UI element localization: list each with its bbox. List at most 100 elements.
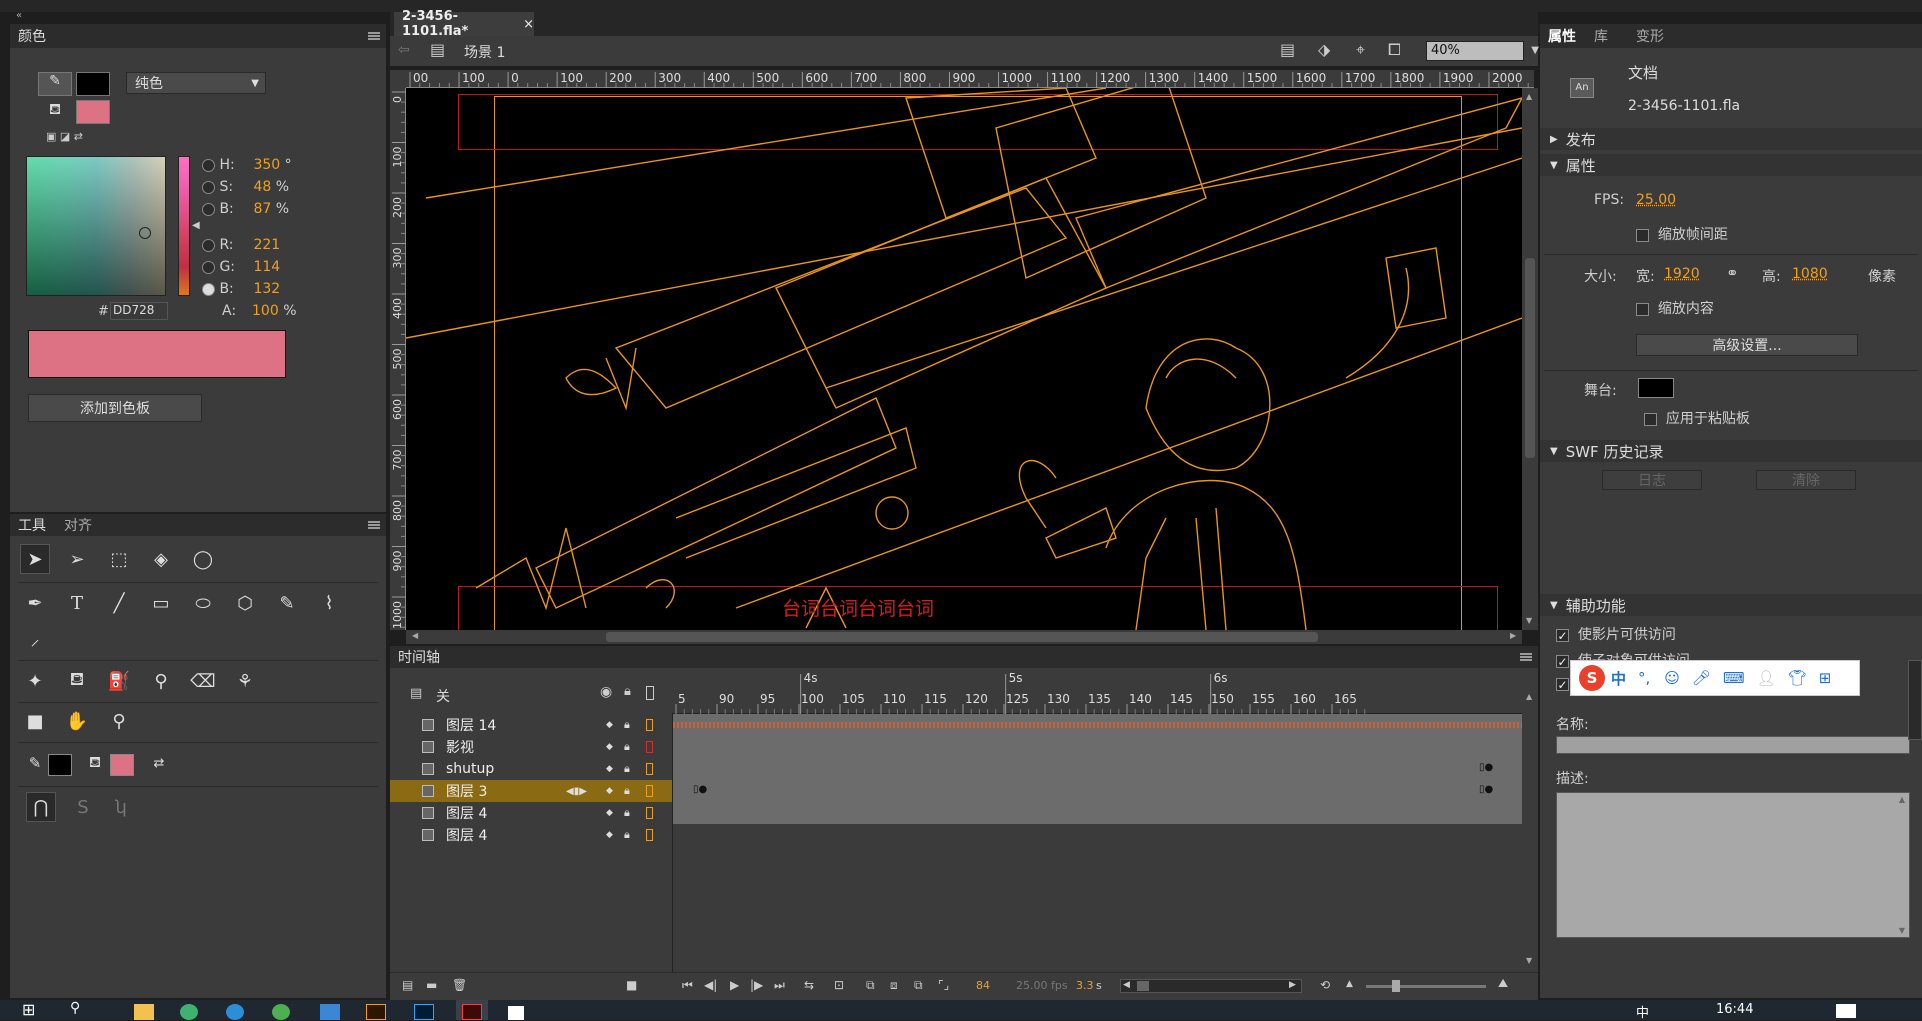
visibility-dot-icon[interactable]: ◆	[606, 808, 613, 818]
stage-vertical-scrollbar[interactable]: ▲ ▼	[1522, 88, 1538, 630]
tab-properties[interactable]: 属性	[1548, 26, 1576, 46]
log-button[interactable]: 日志	[1602, 470, 1702, 490]
oval-tool-icon[interactable]: ⬭	[188, 588, 218, 618]
lock-icon[interactable]: 🔒︎	[624, 828, 630, 842]
smooth-icon[interactable]: S	[68, 792, 98, 822]
play-icon[interactable]: ▶	[730, 978, 739, 992]
outline-color-icon[interactable]	[646, 785, 653, 797]
h-radio[interactable]	[202, 158, 215, 172]
ime-logo-icon[interactable]: S	[1579, 665, 1605, 691]
eyedropper-tool-icon[interactable]: ⚲	[146, 666, 176, 696]
microphone-icon[interactable]: 🎤︎	[1692, 669, 1711, 687]
visibility-dot-icon[interactable]: ◆	[606, 764, 613, 774]
edit-scene-icon[interactable]: ▤	[1280, 40, 1295, 59]
edge-icon[interactable]	[226, 1004, 244, 1020]
panel-menu-icon[interactable]	[368, 521, 380, 529]
h-value[interactable]: 350	[253, 157, 280, 173]
first-frame-icon[interactable]: ⏮	[682, 978, 693, 993]
window-icon[interactable]	[508, 1006, 524, 1020]
fill-bucket-icon[interactable]: ⛾	[38, 100, 72, 124]
lock-icon[interactable]: 🔒︎	[624, 806, 630, 820]
description-input[interactable]: ▲ ▼	[1556, 792, 1910, 938]
layer-name-cell[interactable]: 图层 4 ◆ 🔒︎	[390, 802, 672, 824]
b-value[interactable]: 87	[253, 201, 271, 217]
onion-outline-icon[interactable]: ⧈	[890, 978, 898, 993]
g-radio[interactable]	[202, 260, 215, 274]
layer-row[interactable]: 图层 4 ◆ 🔒︎	[390, 802, 1532, 824]
keyframe-nav-icon[interactable]: ◀▮▶	[566, 786, 587, 797]
lock-icon[interactable]: 🔒︎	[624, 784, 630, 798]
layer-name-cell[interactable]: 影视 ◆ 🔒︎	[390, 736, 672, 758]
layer-name-cell[interactable]: 图层 3 ◀▮▶ ◆ 🔒︎	[390, 780, 672, 802]
checkbox[interactable]	[1556, 677, 1569, 691]
brush-tool-icon[interactable]: ⌇	[314, 588, 344, 618]
visibility-dot-icon[interactable]: ◆	[606, 786, 613, 796]
app-icon[interactable]	[272, 1004, 290, 1020]
scroll-thumb[interactable]	[1525, 258, 1535, 458]
camera-tool-icon[interactable]: ■	[20, 706, 50, 736]
color-picker-cursor[interactable]	[139, 227, 151, 239]
lock-icon[interactable]: 🔒︎	[624, 718, 630, 732]
edit-multiple-icon[interactable]: ⧉	[914, 978, 923, 993]
zoom-in-icon[interactable]: ⛰	[1498, 976, 1508, 991]
straighten-icon[interactable]: ʮ	[106, 792, 136, 822]
scroll-left-icon[interactable]: ◀	[412, 631, 418, 640]
fill-color-swatch[interactable]	[76, 100, 110, 124]
tab-tools[interactable]: 工具	[18, 515, 46, 535]
bone-tool-icon[interactable]: ✦	[20, 666, 50, 696]
paint-brush-tool-icon[interactable]: ⸝	[20, 624, 50, 654]
panel-menu-icon[interactable]	[1520, 653, 1532, 661]
layer-name[interactable]: 图层 3	[446, 781, 487, 801]
paint-bucket-tool-icon[interactable]: ⛾	[62, 666, 92, 696]
tab-align[interactable]: 对齐	[64, 515, 92, 535]
emoji-icon[interactable]: ☺	[1664, 669, 1680, 687]
pencil-tool-icon[interactable]: ✎	[272, 588, 302, 618]
layer-frames[interactable]	[672, 714, 1532, 736]
pasteboard[interactable]: 台词台词台词台词	[406, 88, 1522, 630]
zoom-out-icon[interactable]: ▲	[1346, 979, 1353, 989]
search-icon[interactable]: ⚲	[70, 1000, 80, 1016]
illustrator-icon[interactable]	[366, 1004, 386, 1020]
app2-icon[interactable]	[320, 1004, 340, 1020]
r-value[interactable]: 221	[253, 237, 280, 253]
scroll-thumb[interactable]	[1137, 981, 1149, 991]
link-icon[interactable]: ⚭	[1726, 264, 1739, 282]
s-radio[interactable]	[202, 180, 215, 194]
hue-slider[interactable]	[178, 156, 190, 296]
section-publish[interactable]: ▶ 发布	[1540, 128, 1922, 150]
swap-colors-icon[interactable]: ⇄	[144, 748, 174, 778]
scroll-down-icon[interactable]: ▼	[1526, 956, 1532, 965]
scroll-down-icon[interactable]: ▼	[1526, 616, 1532, 625]
explorer-icon[interactable]	[134, 1004, 154, 1020]
layer-name-cell[interactable]: shutup ◆ 🔒︎	[390, 758, 672, 780]
layer-frames[interactable]	[672, 802, 1532, 824]
scale-spans-option[interactable]: 缩放帧间距	[1636, 224, 1728, 244]
layer-frames[interactable]	[672, 736, 1532, 758]
apply-pasteboard-checkbox[interactable]	[1644, 412, 1657, 426]
timeline-vscroll[interactable]: ▲ ▼	[1522, 690, 1538, 970]
ime-toolbar[interactable]: S 中 °, ☺ 🎤︎ ⌨ 👤︎ 👕︎ ⊞	[1570, 660, 1860, 696]
center-frame-icon[interactable]: ⊡	[834, 978, 844, 992]
ime-lang[interactable]: 中	[1611, 668, 1626, 689]
width-tool-icon[interactable]: ⚘	[230, 666, 260, 696]
current-frame[interactable]: 84	[976, 979, 990, 992]
lock-icon[interactable]: 🔒︎	[624, 684, 631, 699]
stroke-color-icon[interactable]: ✎	[20, 748, 50, 778]
s-value[interactable]: 48	[253, 179, 271, 195]
eraser-tool-icon[interactable]: ⌫	[188, 666, 218, 696]
outline-color-icon[interactable]	[646, 829, 653, 841]
scale-content-checkbox[interactable]	[1636, 302, 1649, 316]
blue-radio[interactable]	[202, 282, 215, 296]
delete-layer-icon[interactable]: 🗑︎	[452, 978, 467, 992]
step-forward-icon[interactable]: |▶	[750, 978, 763, 992]
layer-row[interactable]: 图层 14 ◆ 🔒︎	[390, 714, 1532, 736]
pen-tool-icon[interactable]: ✒	[20, 588, 50, 618]
selection-tool-icon[interactable]: ➤	[20, 544, 50, 574]
fill-color-icon[interactable]: ⛾	[80, 748, 110, 778]
lock-icon[interactable]: 🔒︎	[624, 762, 630, 776]
ime-indicator[interactable]: 中	[1636, 1002, 1649, 1021]
fps-value[interactable]: 25.00	[1636, 192, 1676, 208]
scale-spans-checkbox[interactable]	[1636, 228, 1649, 242]
scroll-up-icon[interactable]: ▲	[1899, 795, 1905, 804]
scroll-down-icon[interactable]: ▼	[1899, 926, 1905, 935]
